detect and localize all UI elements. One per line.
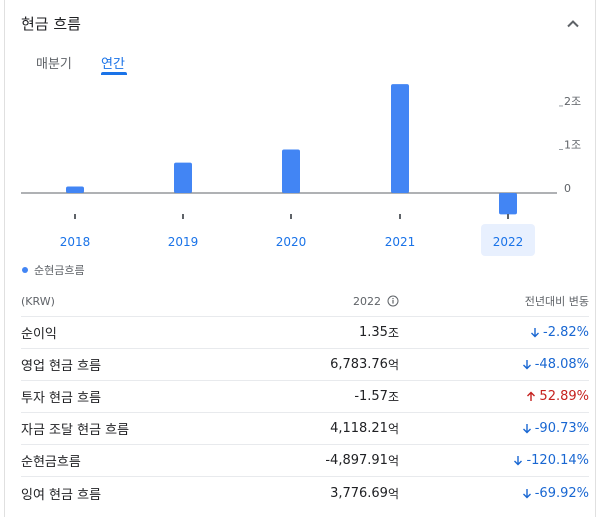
row-label: 투자 현금 흐름 <box>21 391 102 406</box>
row-change-value: -48.08% <box>534 357 589 372</box>
row-value: 3,776.69 억 <box>330 477 399 509</box>
x-tick-mark <box>399 214 401 219</box>
row-value-number: 1.35 <box>359 325 388 340</box>
chart-legend: 순현금흐름 <box>22 262 85 278</box>
year-header-label: 2022 <box>353 294 381 308</box>
table-header: (KRW) 2022 전년대비 변동 <box>21 286 589 317</box>
row-value-unit: 조 <box>387 390 399 404</box>
row-change-value: 52.89% <box>539 389 589 404</box>
row-change-value: -120.14% <box>526 453 589 468</box>
cash-flow-chart: 2조 1조 0 2018 2019 2020 2021 2022 <box>21 84 581 256</box>
y-tick-label: 0 <box>564 182 571 195</box>
table-row: 순현금흐름 -4,897.91 억 -120.14% <box>21 445 589 477</box>
tab-selected-indicator <box>101 72 127 75</box>
cash-flow-table: (KRW) 2022 전년대비 변동 순이익 1.35 조 -2.82% 영업 현금 흐… <box>21 286 589 509</box>
arrow-down-icon <box>522 360 531 370</box>
cash-flow-card: 현금 흐름 매분기 연간 2조 1조 0 2018 2019 2020 2021 2022 순… <box>4 0 596 517</box>
row-value-number: -1.57 <box>354 389 388 404</box>
arrow-down-icon <box>522 488 531 498</box>
tab-quarterly[interactable]: 매분기 <box>36 53 72 72</box>
x-tick-label[interactable]: 2022 <box>493 235 524 249</box>
x-tick-label[interactable]: 2021 <box>385 235 416 249</box>
row-value: 6,783.76 억 <box>330 349 399 380</box>
x-tick-mark <box>182 214 184 219</box>
row-value-unit: 억 <box>387 358 399 372</box>
row-value: -1.57 조 <box>354 381 399 412</box>
info-icon[interactable] <box>387 295 399 307</box>
row-value-unit: 조 <box>387 326 399 340</box>
row-label: 순이익 <box>21 327 57 342</box>
row-change: -48.08% <box>522 349 589 380</box>
change-header: 전년대비 변동 <box>524 295 589 308</box>
x-tick-label[interactable]: 2018 <box>60 235 91 249</box>
row-change-value: -90.73% <box>534 421 589 436</box>
row-change: 52.89% <box>526 381 589 412</box>
arrow-down-icon <box>514 456 523 466</box>
legend-dot <box>22 267 28 273</box>
arrow-down-icon <box>531 328 539 338</box>
table-row: 투자 현금 흐름 -1.57 조 52.89% <box>21 381 589 413</box>
row-value-unit: 억 <box>387 422 399 436</box>
x-tick-mark <box>74 214 76 219</box>
row-value-number: 6,783.76 <box>330 357 388 372</box>
bar-2021[interactable] <box>391 84 409 194</box>
x-tick-label[interactable]: 2019 <box>168 235 199 249</box>
row-value-number: 3,776.69 <box>330 485 388 501</box>
year-header: 2022 <box>353 286 399 316</box>
row-change: -69.92% <box>522 477 589 509</box>
row-label: 잉여 현금 흐름 <box>21 487 102 503</box>
table-row: 영업 현금 흐름 6,783.76 억 -48.08% <box>21 349 589 381</box>
chevron-up-icon[interactable] <box>563 14 583 34</box>
row-change: -120.14% <box>513 445 589 476</box>
arrow-up-icon <box>527 391 536 401</box>
row-change: -2.82% <box>530 317 589 348</box>
section-title: 현금 흐름 <box>21 15 81 33</box>
x-tick-mark <box>507 214 509 219</box>
legend-label: 순현금흐름 <box>34 264 85 277</box>
row-label: 자금 조달 현금 흐름 <box>21 423 130 438</box>
row-value: -4,897.91 억 <box>325 445 399 476</box>
row-change: -90.73% <box>522 413 589 444</box>
y-tick-label: 1조 <box>564 139 581 152</box>
row-change-value: -2.82% <box>543 325 589 340</box>
tab-annual[interactable]: 연간 <box>101 53 125 72</box>
bar-2018[interactable] <box>66 186 84 194</box>
bar-2019[interactable] <box>174 162 192 194</box>
y-tick-label: 2조 <box>564 95 581 108</box>
x-tick-label[interactable]: 2020 <box>276 235 307 249</box>
row-change-value: -69.92% <box>534 485 589 501</box>
row-value-number: 4,118.21 <box>330 421 388 436</box>
unit-header: (KRW) <box>21 294 55 308</box>
table-row: 순이익 1.35 조 -2.82% <box>21 317 589 349</box>
row-label: 영업 현금 흐름 <box>21 359 102 374</box>
table-row: 자금 조달 현금 흐름 4,118.21 억 -90.73% <box>21 413 589 445</box>
row-value-unit: 억 <box>387 486 399 501</box>
arrow-down-icon <box>522 424 531 434</box>
table-row: 잉여 현금 흐름 3,776.69 억 -69.92% <box>21 477 589 509</box>
row-value: 4,118.21 억 <box>330 413 399 444</box>
row-value-unit: 억 <box>387 454 399 468</box>
row-label: 순현금흐름 <box>21 455 81 470</box>
row-value-number: -4,897.91 <box>325 453 388 468</box>
x-tick-mark <box>290 214 292 219</box>
bar-2020[interactable] <box>282 149 300 194</box>
row-value: 1.35 조 <box>359 317 399 348</box>
bar-2022[interactable] <box>499 193 517 215</box>
